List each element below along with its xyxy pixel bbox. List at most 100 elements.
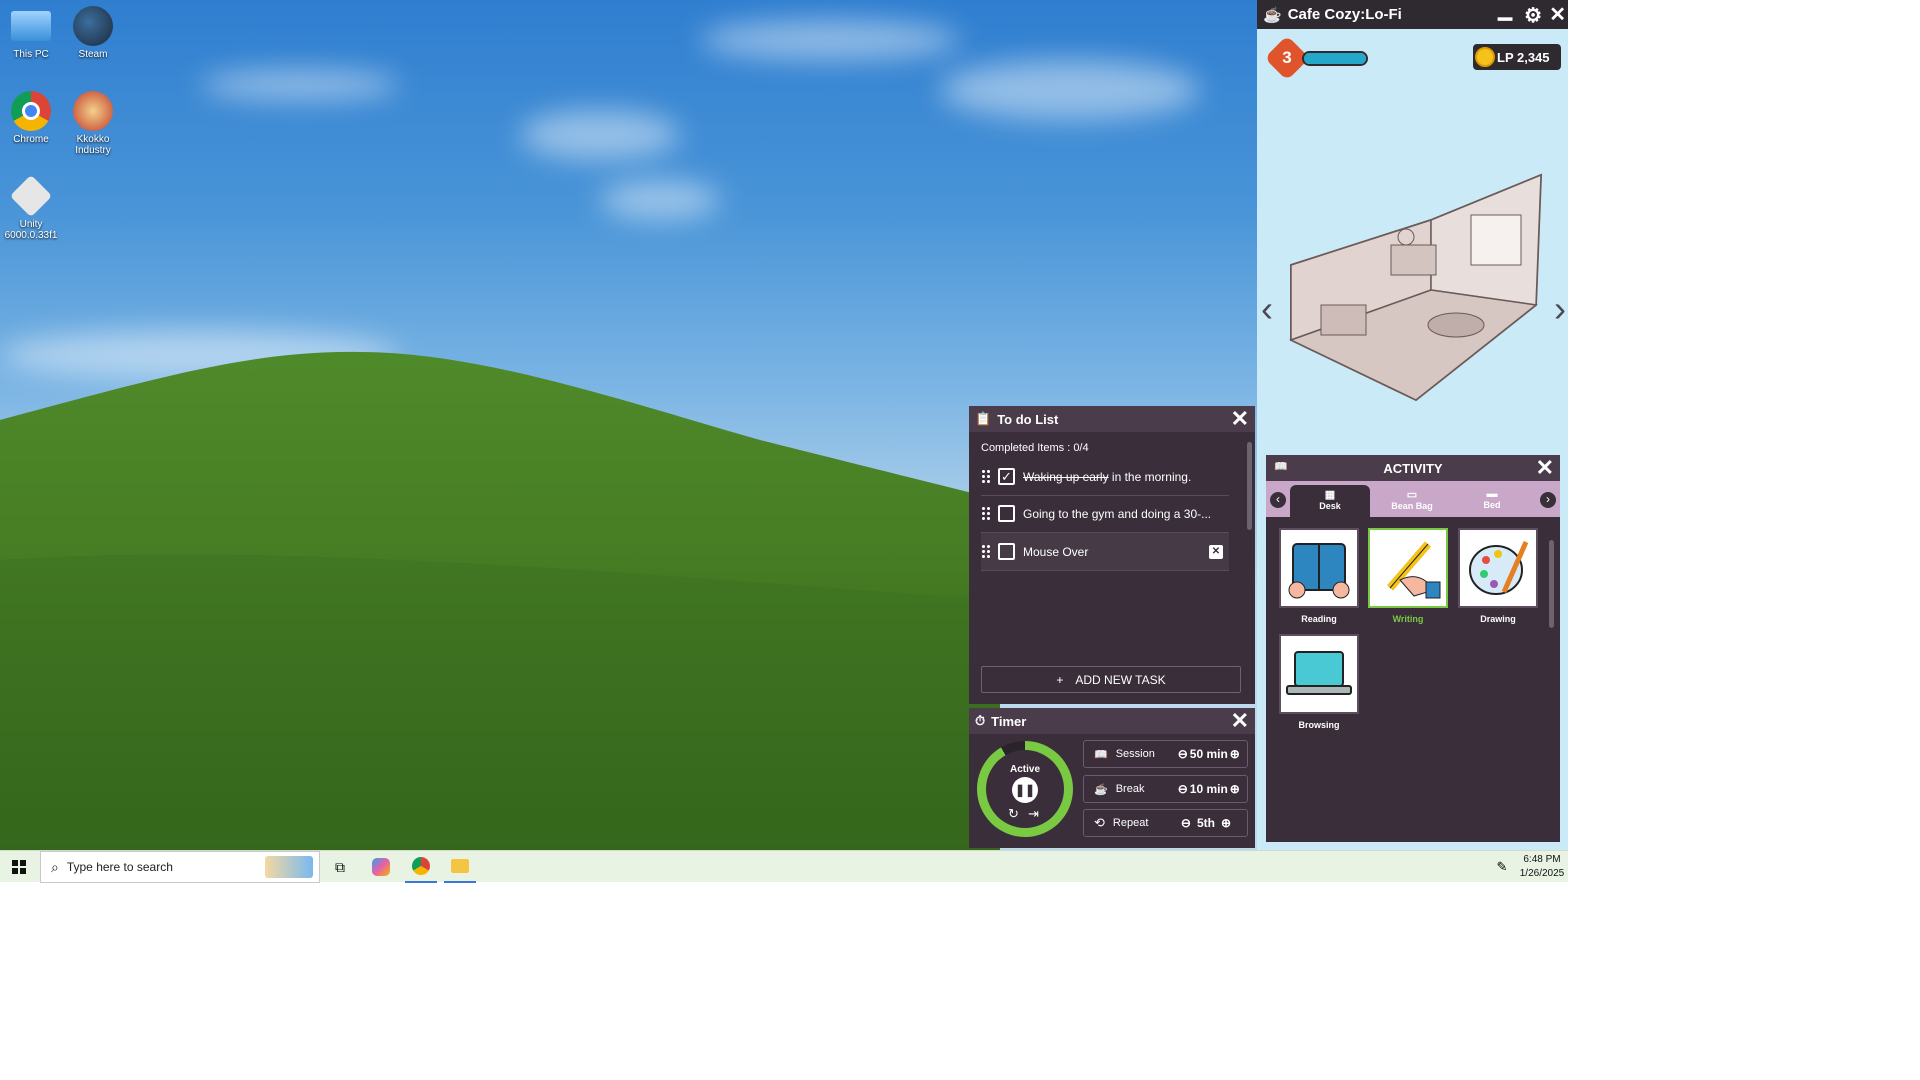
todo-completed-count: Completed Items : 0/4 <box>981 442 1089 454</box>
timer-title: Timer <box>991 713 1027 729</box>
desk-icon: ▦ <box>1324 489 1336 501</box>
desktop-icon-chrome[interactable]: Chrome <box>0 91 62 145</box>
close-icon[interactable]: ✕ <box>1231 408 1249 430</box>
task-view-button[interactable]: ⧉ <box>326 851 354 883</box>
folder-icon <box>451 859 469 873</box>
activity-label: Reading <box>1301 614 1337 624</box>
taskbar: ⌕ Type here to search ⧉ ✎ 6:48 PM 1/26/2… <box>0 850 1568 883</box>
activity-writing-selected[interactable] <box>1368 528 1448 608</box>
desktop-icon-label: Chrome <box>13 134 49 145</box>
minus-button[interactable]: ⊖ <box>1178 782 1188 796</box>
todo-scrollbar[interactable] <box>1247 442 1252 530</box>
drag-handle-icon[interactable] <box>981 505 990 522</box>
level-progress-fill <box>1304 53 1366 64</box>
gear-icon[interactable]: ⚙ <box>1524 3 1542 28</box>
pause-button[interactable]: ❚❚ <box>1012 777 1038 803</box>
close-icon[interactable]: ✕ <box>1536 457 1554 479</box>
reset-icon[interactable]: ↻ <box>1008 806 1019 822</box>
close-icon[interactable]: ✕ <box>1549 2 1566 27</box>
activity-drawing[interactable] <box>1458 528 1538 608</box>
desktop-icon-label: Steam <box>78 49 108 60</box>
clock-time: 6:48 PM <box>1523 854 1561 865</box>
checkbox[interactable]: ✓ <box>998 468 1015 485</box>
close-icon[interactable]: ✕ <box>1231 710 1249 732</box>
tab-bed[interactable]: ▬ Bed <box>1452 485 1532 517</box>
plus-button[interactable]: ⊕ <box>1221 816 1231 830</box>
tab-label: Bean Bag <box>1391 501 1433 511</box>
desktop-icon-this-pc[interactable]: This PC <box>0 6 62 60</box>
palette-icon <box>1469 540 1529 595</box>
plus-button[interactable]: ⊕ <box>1230 747 1240 761</box>
clock-date: 1/26/2025 <box>1519 868 1565 879</box>
taskbar-search-box[interactable]: ⌕ Type here to search <box>40 851 320 883</box>
desktop-icon-unity[interactable]: Unity 6000.0.33f1 <box>0 174 62 241</box>
checkbox[interactable] <box>998 505 1015 522</box>
activity-scrollbar[interactable] <box>1549 540 1554 628</box>
lp-points: LP 2,345 <box>1497 49 1550 65</box>
taskbar-clock[interactable]: 6:48 PM 1/26/2025 <box>1518 853 1566 881</box>
chrome-icon <box>11 91 51 131</box>
todo-item-hovered[interactable]: Mouse Over ✕ <box>981 533 1229 571</box>
desktop-icon-kkokko[interactable]: Kkokko Industry <box>62 91 124 156</box>
search-placeholder: Type here to search <box>66 860 173 874</box>
todo-item[interactable]: Going to the gym and doing a 30-... <box>981 495 1229 533</box>
activity-label: Drawing <box>1480 614 1516 624</box>
break-label: Break <box>1115 783 1145 795</box>
desktop-icon-label: Kkokko Industry <box>75 134 111 156</box>
session-label: Session <box>1115 748 1155 760</box>
timer-panel: ⏱ Timer ✕ Active ❚❚ ↻ ⇥ 📖 Session ⊖ 50 m… <box>969 708 1255 848</box>
tab-bean-bag[interactable]: ▭ Bean Bag <box>1372 485 1452 517</box>
chevron-left-icon[interactable]: ‹ <box>1270 492 1286 508</box>
todo-header: 📋 To do List ✕ <box>969 406 1255 432</box>
add-new-task-button[interactable]: + ADD NEW TASK <box>981 666 1241 693</box>
todo-item-struck-text: Waking up early <box>1023 469 1109 484</box>
tray-pen-icon[interactable]: ✎ <box>1492 851 1512 883</box>
todo-item-text: Going to the gym and doing a 30-... <box>1023 506 1212 521</box>
writing-icon <box>1386 541 1441 599</box>
tab-desk[interactable]: ▦ Desk <box>1290 485 1370 517</box>
computer-icon <box>11 11 51 41</box>
repeat-row: ⟲ Repeat ⊖ 5th ⊕ <box>1083 809 1248 837</box>
copilot-button[interactable] <box>366 851 396 883</box>
repeat-label: Repeat <box>1112 817 1149 829</box>
chevron-right-icon[interactable]: › <box>1554 288 1566 330</box>
taskbar-file-explorer-button[interactable] <box>444 851 476 883</box>
drag-handle-icon[interactable] <box>981 468 990 485</box>
plus-icon: + <box>1056 672 1064 687</box>
cafe-title: Cafe Cozy:Lo-Fi <box>1287 6 1402 23</box>
kkokko-logo-icon <box>73 91 113 131</box>
chevron-right-icon[interactable]: › <box>1540 492 1556 508</box>
minus-button[interactable]: ⊖ <box>1181 816 1191 830</box>
todo-list-panel: 📋 To do List ✕ Completed Items : 0/4 ✓ W… <box>969 406 1255 704</box>
skip-icon[interactable]: ⇥ <box>1028 806 1039 822</box>
session-value: 50 min <box>1189 747 1228 761</box>
chrome-icon <box>412 857 430 875</box>
plus-button[interactable]: ⊕ <box>1230 782 1240 796</box>
activity-label: Writing <box>1392 614 1424 624</box>
delete-icon[interactable]: ✕ <box>1209 545 1223 559</box>
todo-item[interactable]: ✓ Waking up early in the morning. <box>981 458 1229 496</box>
minus-button[interactable]: ⊖ <box>1178 747 1188 761</box>
coffee-cup-icon: ☕ <box>1263 6 1282 24</box>
taskbar-chrome-button[interactable] <box>405 851 437 883</box>
room-illustration <box>1289 173 1543 402</box>
timer-header: ⏱ Timer ✕ <box>969 708 1255 734</box>
bean-bag-icon: ▭ <box>1406 489 1418 501</box>
activity-browsing[interactable] <box>1279 634 1359 714</box>
activity-reading[interactable] <box>1279 528 1359 608</box>
activity-title: ACTIVITY <box>1383 460 1443 476</box>
minimize-icon[interactable]: ▁ <box>1498 0 1512 21</box>
session-row: 📖 Session ⊖ 50 min ⊕ <box>1083 740 1248 768</box>
break-row: ☕ Break ⊖ 10 min ⊕ <box>1083 775 1248 803</box>
checkbox[interactable] <box>998 543 1015 560</box>
drag-handle-icon[interactable] <box>981 543 990 560</box>
copilot-icon <box>372 858 390 876</box>
break-value: 10 min <box>1189 782 1228 796</box>
start-button[interactable] <box>0 851 38 883</box>
add-new-task-label: ADD NEW TASK <box>1075 672 1166 687</box>
search-icon: ⌕ <box>51 858 59 875</box>
desktop-icon-steam[interactable]: Steam <box>62 6 124 60</box>
clipboard-icon: 📋 <box>975 411 992 426</box>
chevron-left-icon[interactable]: ‹ <box>1261 288 1273 330</box>
laptop-icon <box>1286 651 1352 695</box>
